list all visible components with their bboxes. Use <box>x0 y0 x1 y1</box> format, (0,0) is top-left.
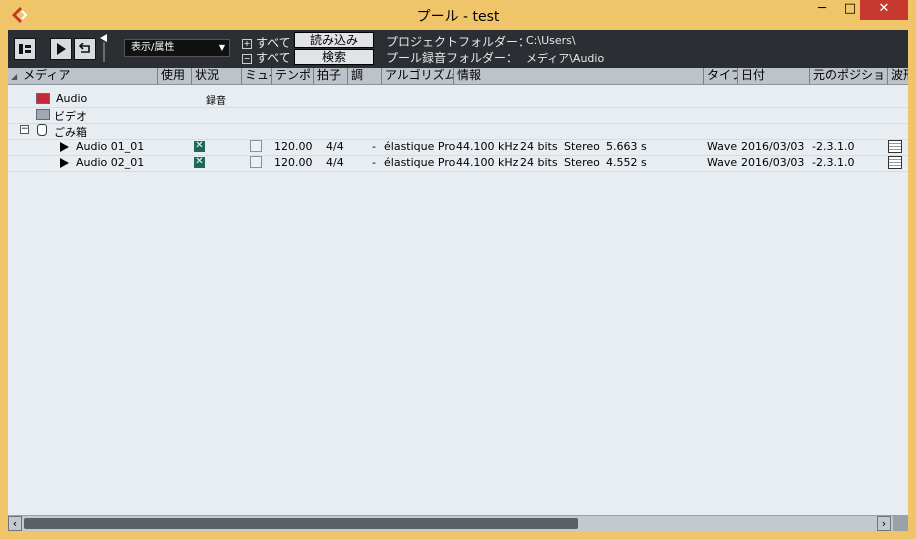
pool-window: プール - test ─ □ ✕ 表示/属性 ▼ + すべて − すべて 読み込… <box>0 0 916 539</box>
minimize-button[interactable]: ─ <box>808 0 836 20</box>
resize-corner <box>893 516 908 531</box>
import-button[interactable]: 読み込み <box>294 32 374 48</box>
panel-icon <box>19 44 31 54</box>
clip-date: 2016/03/03 <box>741 156 805 169</box>
play-clip-icon[interactable] <box>60 158 69 168</box>
column-waveform[interactable]: 波形 <box>888 68 908 84</box>
minus-icon: − <box>242 53 252 64</box>
clip-bits: 24 bits <box>520 156 558 169</box>
column-tempo[interactable]: テンポ <box>272 68 314 84</box>
column-media-label: メディア <box>23 68 71 82</box>
clip-tempo: 120.00 <box>274 156 313 169</box>
status-x-icon: ✕ <box>194 140 205 152</box>
clip-length: 4.552 s <box>606 156 647 169</box>
sort-icon: ◢ <box>11 72 18 81</box>
volume-slider-icon[interactable] <box>100 34 108 64</box>
view-attributes-select[interactable]: 表示/属性 ▼ <box>124 39 230 57</box>
column-header: ◢ メディア 使用 状況 ミュ- テンポ 拍子 調 アルゴリズム 情報 タイプ 日… <box>8 68 908 85</box>
column-algorithm[interactable]: アルゴリズム <box>382 68 454 84</box>
pool-content: 表示/属性 ▼ + すべて − すべて 読み込み 検索 プロジェクトフォルダー： C… <box>8 30 908 531</box>
clip-key: - <box>372 140 376 153</box>
expand-all-label: すべて <box>256 36 291 50</box>
clip-signature: 4/4 <box>326 140 344 153</box>
play-clip-icon[interactable] <box>60 142 69 152</box>
clip-samplerate: 44.100 kHz <box>456 140 519 153</box>
clip-bits: 24 bits <box>520 140 558 153</box>
clip-algorithm: élastique Pro <box>384 156 456 169</box>
project-folder-label: プロジェクトフォルダー： <box>386 35 531 49</box>
mute-checkbox[interactable] <box>250 156 262 168</box>
collapse-all-button[interactable]: − すべて <box>242 49 291 66</box>
inspector-toggle-button[interactable] <box>14 38 36 60</box>
scroll-thumb[interactable] <box>24 518 578 529</box>
folder-row-audio[interactable]: Audio 録音 <box>8 91 908 108</box>
clip-channels: Stereo <box>564 140 600 153</box>
audio-folder-icon <box>36 93 50 104</box>
clip-key: - <box>372 156 376 169</box>
folder-row-trash[interactable]: − ごみ箱 <box>8 123 908 140</box>
column-date[interactable]: 日付 <box>738 68 810 84</box>
play-icon <box>57 43 66 55</box>
view-select-label: 表示/属性 <box>131 42 175 53</box>
status-x-icon: ✕ <box>194 156 205 168</box>
folder-name: ごみ箱 <box>54 126 87 139</box>
record-status-label: 録音 <box>206 96 226 107</box>
clip-row[interactable]: Audio 02_01 ✕ 120.00 4/4 - élastique Pro… <box>8 155 908 172</box>
folder-name: ビデオ <box>54 110 87 123</box>
scroll-left-icon[interactable]: ‹ <box>8 516 22 531</box>
clip-name: Audio 02_01 <box>76 156 145 169</box>
column-info[interactable]: 情報 <box>454 68 704 84</box>
trash-icon <box>37 124 47 136</box>
clip-samplerate: 44.100 kHz <box>456 156 519 169</box>
clip-tempo: 120.00 <box>274 140 313 153</box>
column-status[interactable]: 状況 <box>192 68 242 84</box>
video-folder-icon <box>36 109 50 120</box>
clip-name: Audio 01_01 <box>76 140 145 153</box>
column-mute[interactable]: ミュ- <box>242 68 272 84</box>
column-used[interactable]: 使用 <box>158 68 192 84</box>
record-folder-label: プール録音フォルダー： <box>386 51 519 65</box>
folder-name: Audio <box>56 92 88 105</box>
clip-algorithm: élastique Pro <box>384 140 456 153</box>
chevron-down-icon: ▼ <box>218 43 225 52</box>
record-folder-value: メディア\Audio <box>526 52 605 65</box>
column-media[interactable]: ◢ メディア <box>8 68 158 84</box>
clip-origin: -2.3.1.0 <box>812 156 855 169</box>
column-origin[interactable]: 元のポジション <box>810 68 888 84</box>
search-button[interactable]: 検索 <box>294 49 374 65</box>
clip-type: Wave <box>707 140 738 153</box>
clip-origin: -2.3.1.0 <box>812 140 855 153</box>
clip-type: Wave <box>707 156 738 169</box>
clip-row[interactable]: Audio 01_01 ✕ 120.00 4/4 - élastique Pro… <box>8 139 908 156</box>
play-button[interactable] <box>50 38 72 60</box>
clip-signature: 4/4 <box>326 156 344 169</box>
scroll-right-icon[interactable]: › <box>877 516 891 531</box>
clip-date: 2016/03/03 <box>741 140 805 153</box>
title-bar: プール - test ─ □ ✕ <box>0 0 916 30</box>
mute-checkbox[interactable] <box>250 140 262 152</box>
clip-length: 5.663 s <box>606 140 647 153</box>
window-title: プール - test <box>416 9 500 25</box>
project-folder-value: C:\Users\ <box>526 34 576 47</box>
waveform-thumbnail <box>888 140 902 153</box>
column-signature[interactable]: 拍子 <box>314 68 348 84</box>
loop-button[interactable] <box>74 38 96 60</box>
folder-row-video[interactable]: ビデオ <box>8 107 908 124</box>
clip-channels: Stereo <box>564 156 600 169</box>
collapse-all-label: すべて <box>256 51 291 65</box>
close-button[interactable]: ✕ <box>860 0 908 20</box>
column-key[interactable]: 調 <box>348 68 382 84</box>
loop-icon <box>78 42 90 53</box>
collapse-icon[interactable]: − <box>20 125 29 134</box>
toolbar: 表示/属性 ▼ + すべて − すべて 読み込み 検索 プロジェクトフォルダー： C… <box>8 30 908 68</box>
plus-icon: + <box>242 38 252 49</box>
waveform-thumbnail <box>888 156 902 169</box>
horizontal-scrollbar[interactable]: ‹ › <box>8 515 908 531</box>
column-type[interactable]: タイプ <box>704 68 738 84</box>
